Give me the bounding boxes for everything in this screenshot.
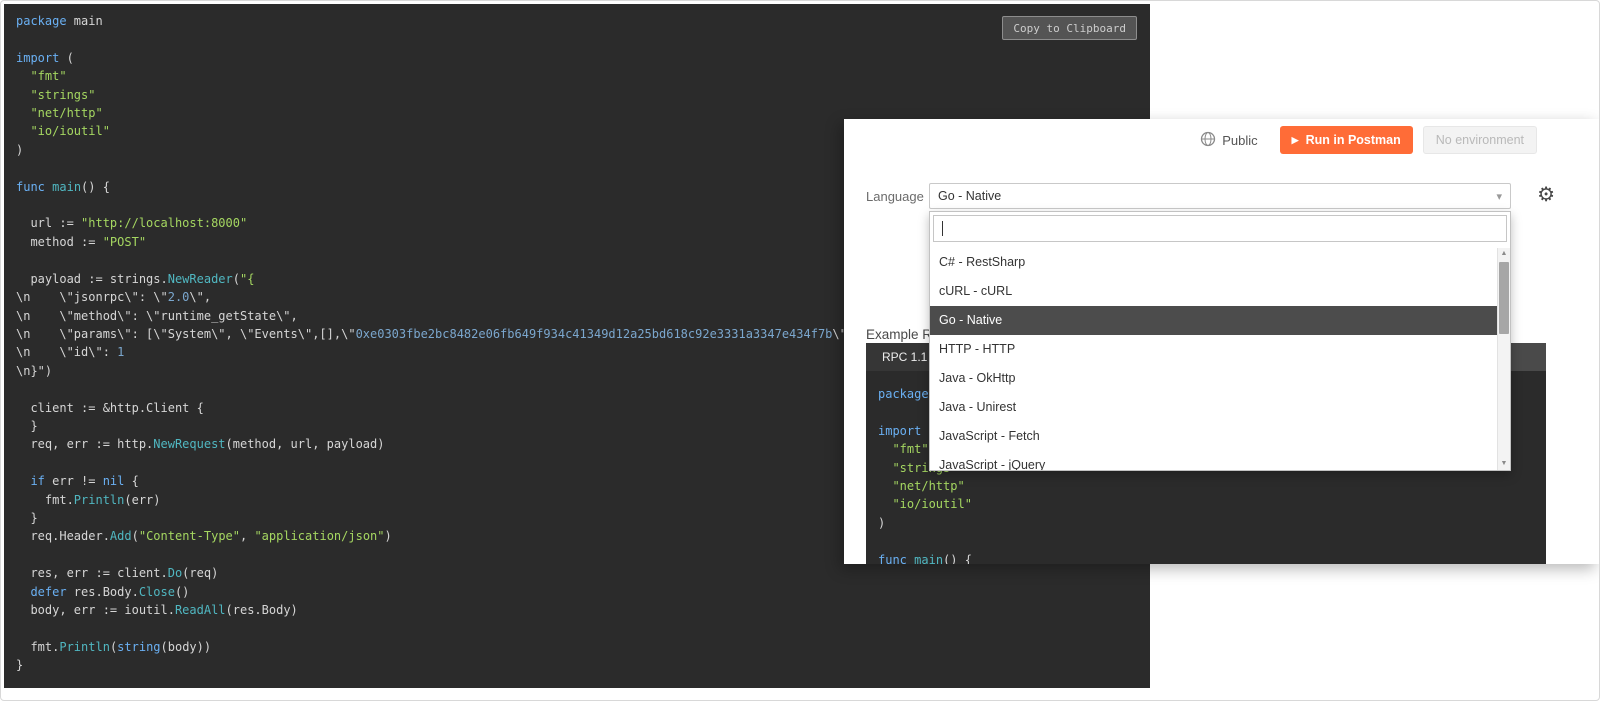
language-option[interactable]: JavaScript - jQuery: [930, 451, 1497, 470]
code-line: package main: [16, 12, 1138, 30]
language-option[interactable]: Java - OkHttp: [930, 364, 1497, 393]
visibility-label: Public: [1222, 133, 1257, 148]
settings-gear-icon[interactable]: ⚙: [1537, 181, 1555, 209]
code-line: defer res.Body.Close(): [16, 583, 1138, 601]
code-line: "strings": [16, 86, 1138, 104]
code-line: [16, 619, 1138, 637]
language-label: Language: [866, 189, 924, 204]
copy-to-clipboard-button[interactable]: Copy to Clipboard: [1002, 16, 1137, 40]
dropdown-search-wrap: [933, 215, 1507, 242]
scrollbar-up-arrow-icon[interactable]: ▲: [1498, 248, 1510, 260]
chevron-down-icon: ▾: [1496, 190, 1502, 203]
play-icon: ▶: [1292, 136, 1299, 145]
code-line: "io/ioutil": [878, 495, 1534, 513]
code-line: [16, 30, 1138, 48]
no-environment-button[interactable]: No environment: [1423, 126, 1537, 154]
globe-icon: [1200, 131, 1216, 150]
code-line: "net/http": [878, 477, 1534, 495]
code-line: ): [878, 514, 1534, 532]
language-option[interactable]: HTTP - HTTP: [930, 335, 1497, 364]
language-option[interactable]: JavaScript - Fetch: [930, 422, 1497, 451]
language-option[interactable]: cURL - cURL: [930, 277, 1497, 306]
dropdown-scrollbar[interactable]: ▲ ▼: [1497, 248, 1510, 470]
run-in-postman-button[interactable]: ▶ Run in Postman: [1280, 126, 1413, 154]
code-line: }: [16, 656, 1138, 674]
scrollbar-down-arrow-icon[interactable]: ▼: [1498, 458, 1510, 470]
visibility-chip: Public: [1200, 131, 1257, 150]
scrollbar-thumb[interactable]: [1499, 262, 1509, 334]
language-dropdown: C# - RestSharpcURL - cURLGo - NativeHTTP…: [929, 211, 1511, 471]
language-option[interactable]: Go - Native: [930, 306, 1497, 335]
code-line: "fmt": [16, 67, 1138, 85]
code-line: func main() {: [878, 551, 1534, 564]
page: package main import ( "fmt" "strings" "n…: [0, 0, 1600, 701]
language-search-input[interactable]: [933, 215, 1507, 242]
language-select[interactable]: Go - Native ▾: [929, 183, 1511, 209]
code-line: res, err := client.Do(req): [16, 564, 1138, 582]
language-option[interactable]: C# - RestSharp: [930, 248, 1497, 277]
language-option[interactable]: Java - Unirest: [930, 393, 1497, 422]
code-line: fmt.Println(string(body)): [16, 638, 1138, 656]
documentation-panel: Public ▶ Run in Postman No environment L…: [844, 119, 1599, 564]
code-line: [878, 532, 1534, 550]
code-line: body, err := ioutil.ReadAll(res.Body): [16, 601, 1138, 619]
language-select-value: Go - Native: [938, 189, 1001, 203]
run-in-postman-label: Run in Postman: [1306, 133, 1401, 147]
code-line: import (: [16, 49, 1138, 67]
panel-header: Public ▶ Run in Postman No environment: [1200, 126, 1537, 154]
language-options-list: C# - RestSharpcURL - cURLGo - NativeHTTP…: [930, 248, 1497, 470]
